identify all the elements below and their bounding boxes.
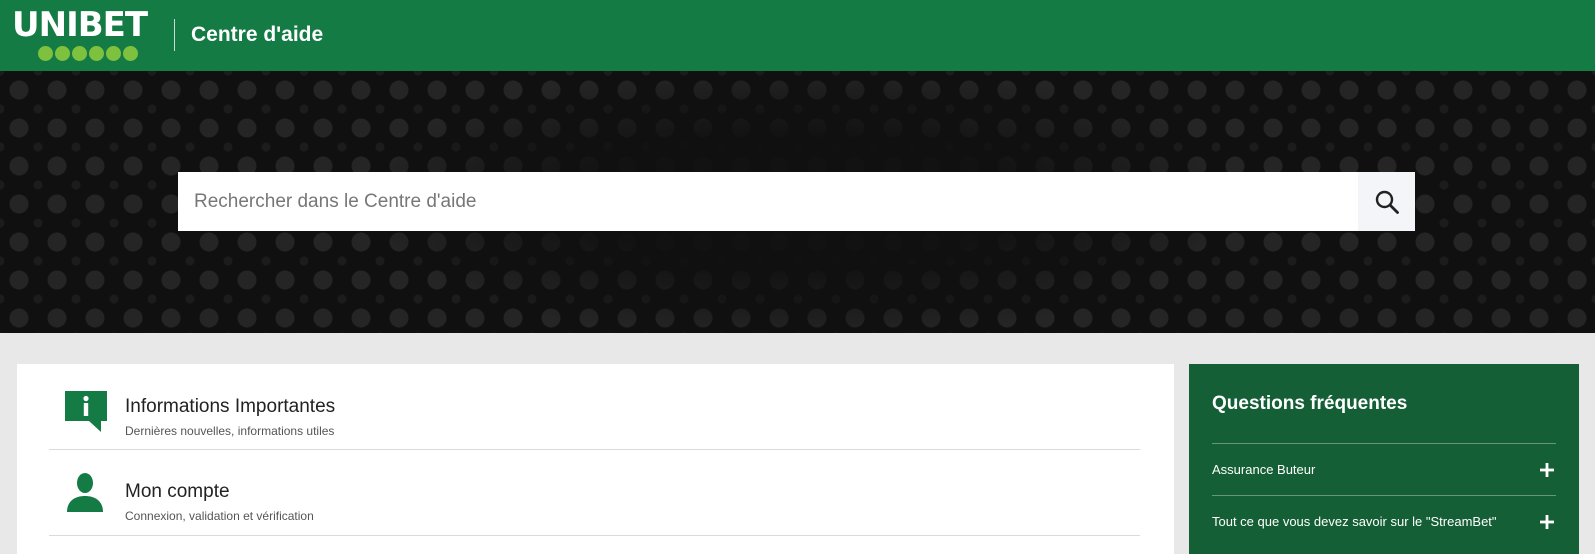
category-informations-importantes[interactable]: Informations Importantes Dernières nouve… [49,364,1140,450]
search-input[interactable] [178,172,1358,231]
category-title: Informations Importantes [125,396,336,417]
user-icon [67,473,103,512]
search-bar [178,172,1415,231]
logo-dots [38,46,138,61]
plus-icon[interactable] [1540,515,1554,529]
category-description: Dernières nouvelles, informations utiles [125,424,335,438]
top-header: UNIBET Centre d'aide [0,0,1595,71]
page-title: Centre d'aide [191,23,324,46]
logo-wordmark: UNIBET [12,5,148,45]
faq-title: Questions fréquentes [1212,393,1408,414]
info-bubble-icon [65,391,107,432]
faq-item-assurance-buteur[interactable]: Assurance Buteur [1212,443,1556,495]
search-button[interactable] [1358,172,1415,231]
category-description: Connexion, validation et vérification [125,509,314,523]
faq-item-streambet[interactable]: Tout ce que vous devez savoir sur le "St… [1212,495,1556,547]
faq-item-label: Tout ce que vous devez savoir sur le "St… [1212,514,1497,529]
search-hero [0,71,1595,333]
categories-card: Informations Importantes Dernières nouve… [17,364,1174,554]
faq-item-label: Assurance Buteur [1212,462,1316,477]
search-icon [1375,190,1399,214]
faq-panel: Questions fréquentes Assurance Buteur To… [1189,364,1579,554]
unibet-logo[interactable]: UNIBET [12,8,158,64]
category-title: Mon compte [125,481,230,502]
category-mon-compte[interactable]: Mon compte Connexion, validation et véri… [49,450,1140,536]
header-divider [174,19,175,51]
plus-icon[interactable] [1540,463,1554,477]
